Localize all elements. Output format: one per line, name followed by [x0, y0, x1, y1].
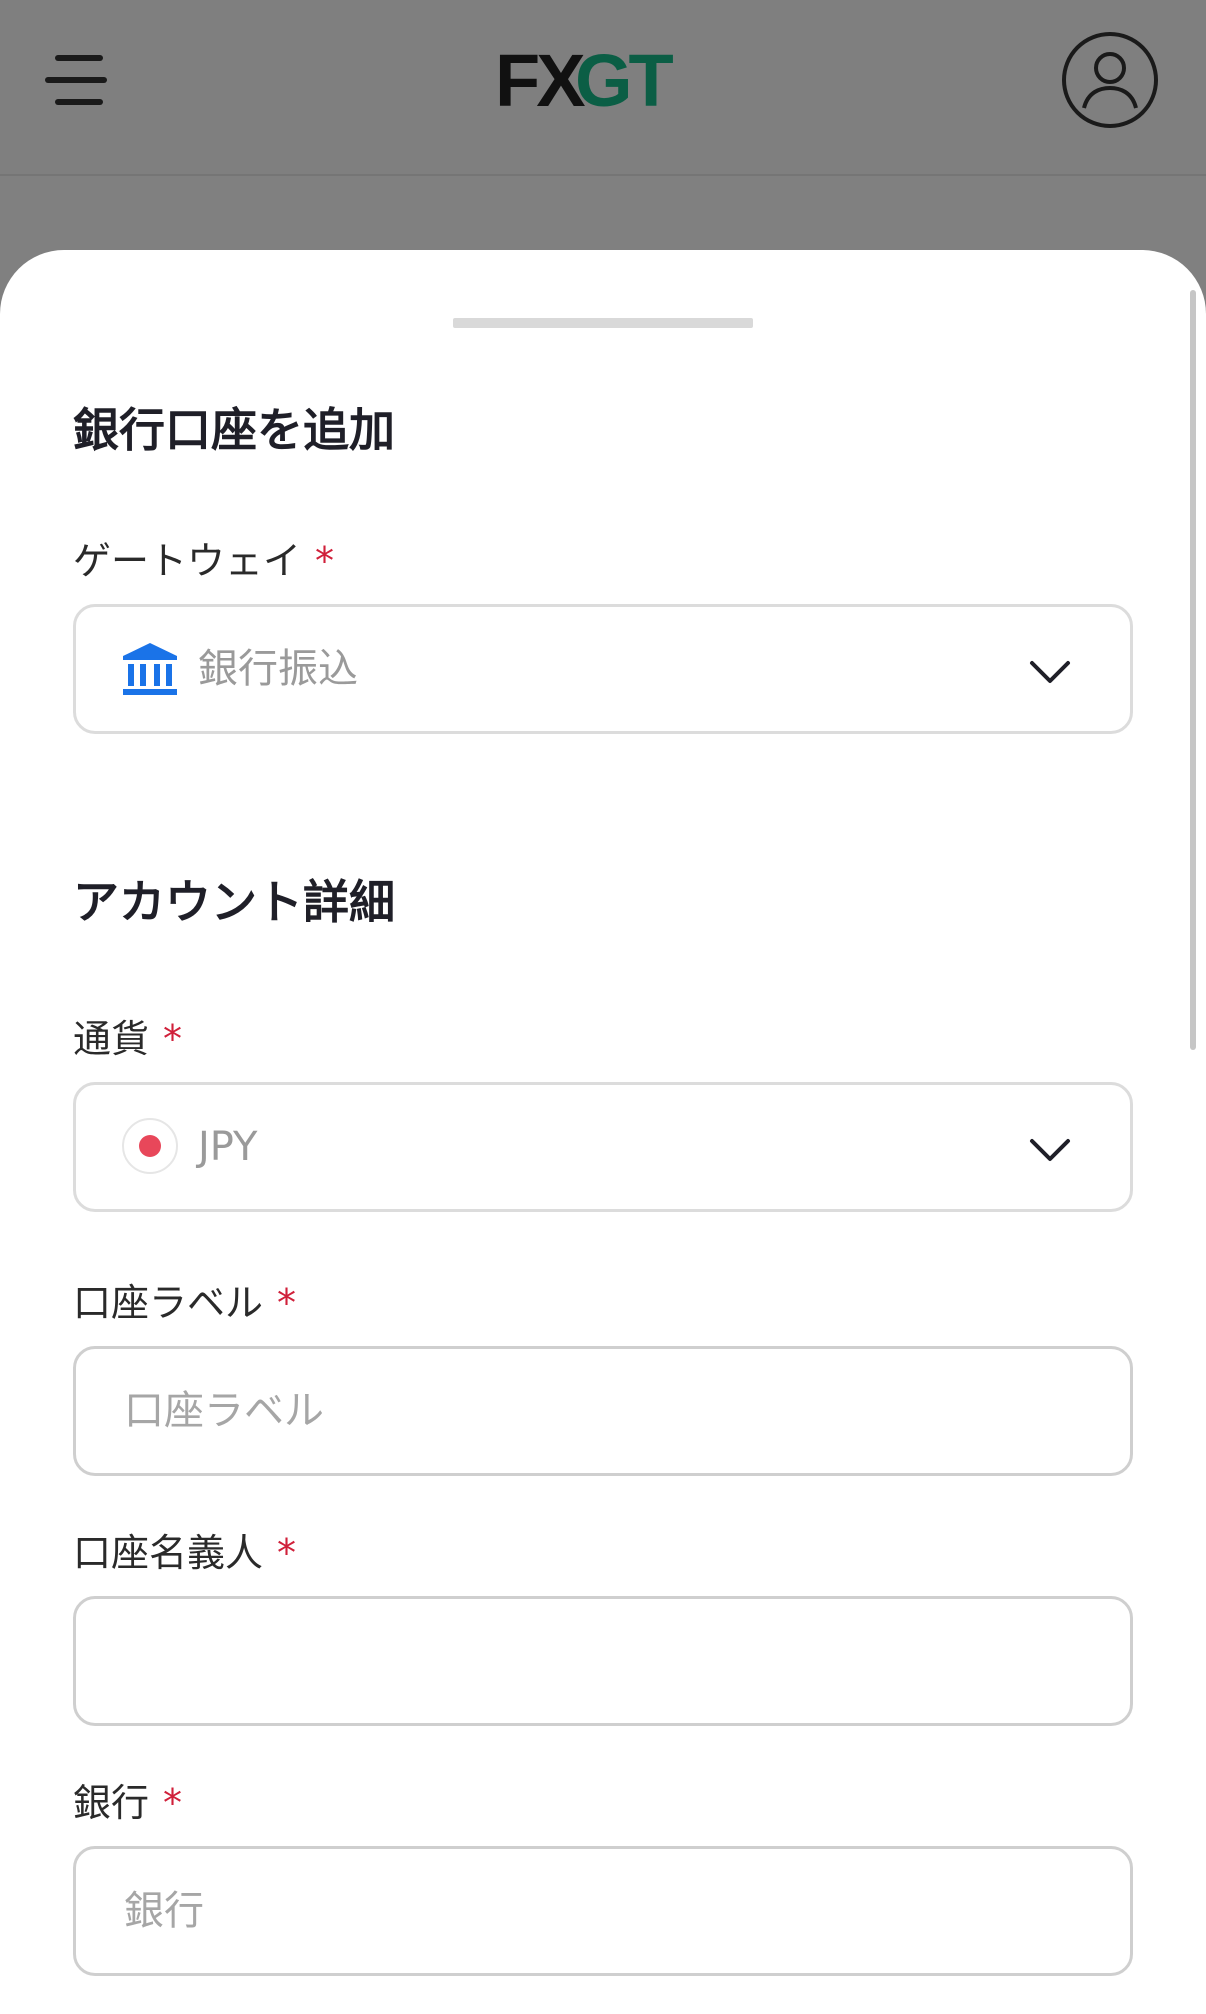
- required-mark: *: [277, 1531, 297, 1575]
- sheet-drag-handle[interactable]: [453, 318, 753, 328]
- account-holder-label-text: 口座名義人: [73, 1531, 264, 1575]
- hamburger-menu-icon: [45, 55, 107, 105]
- chevron-down-icon: [1030, 661, 1070, 683]
- profile-button[interactable]: [1060, 30, 1160, 130]
- required-mark: *: [277, 1281, 297, 1325]
- flag-sun-dot: [139, 1135, 161, 1157]
- fxgt-logo[interactable]: FX GT: [495, 39, 674, 122]
- bank-label-text: 銀行: [73, 1781, 150, 1825]
- logo-fx-text: FX: [495, 39, 586, 122]
- top-header: FX GT: [0, 0, 1206, 176]
- account-label-placeholder: 口座ラベル: [124, 1388, 324, 1434]
- account-label-label: 口座ラベル *: [73, 1278, 296, 1328]
- gateway-label-text: ゲートウェイ: [73, 539, 302, 583]
- required-mark: *: [163, 1781, 183, 1825]
- add-bank-account-sheet: 銀行口座を追加 ゲートウェイ * 銀行振込 アカウント詳細 通貨 * JPY 口…: [0, 250, 1206, 2014]
- bank-icon: [123, 643, 177, 695]
- bank-input[interactable]: 銀行: [73, 1846, 1133, 1976]
- logo-gt-text: GT: [575, 39, 674, 122]
- bank-placeholder: 銀行: [124, 1888, 204, 1934]
- currency-value: JPY: [198, 1124, 258, 1170]
- japan-flag-icon: [122, 1118, 178, 1174]
- app-screen: FX GT 銀行口座を追加 ゲートウェイ * 銀行振込 アカウント詳細 通貨 *…: [0, 0, 1206, 2014]
- required-mark: *: [315, 539, 335, 583]
- user-profile-icon: [1062, 32, 1158, 128]
- required-mark: *: [163, 1017, 183, 1061]
- chevron-down-icon: [1030, 1139, 1070, 1161]
- account-holder-input[interactable]: [73, 1596, 1133, 1726]
- bank-label: 銀行 *: [73, 1778, 182, 1828]
- gateway-value: 銀行振込: [198, 646, 358, 692]
- currency-select[interactable]: JPY: [73, 1082, 1133, 1212]
- sheet-scrollbar[interactable]: [1190, 290, 1196, 1050]
- account-label-input[interactable]: 口座ラベル: [73, 1346, 1133, 1476]
- currency-label: 通貨 *: [73, 1014, 182, 1064]
- account-label-label-text: 口座ラベル: [73, 1281, 264, 1325]
- sheet-title: 銀行口座を追加: [73, 403, 395, 457]
- gateway-label: ゲートウェイ *: [73, 536, 334, 586]
- account-holder-label: 口座名義人 *: [73, 1528, 296, 1578]
- currency-label-text: 通貨: [73, 1017, 150, 1061]
- menu-button[interactable]: [44, 52, 108, 108]
- gateway-select[interactable]: 銀行振込: [73, 604, 1133, 734]
- account-details-title: アカウント詳細: [73, 875, 395, 929]
